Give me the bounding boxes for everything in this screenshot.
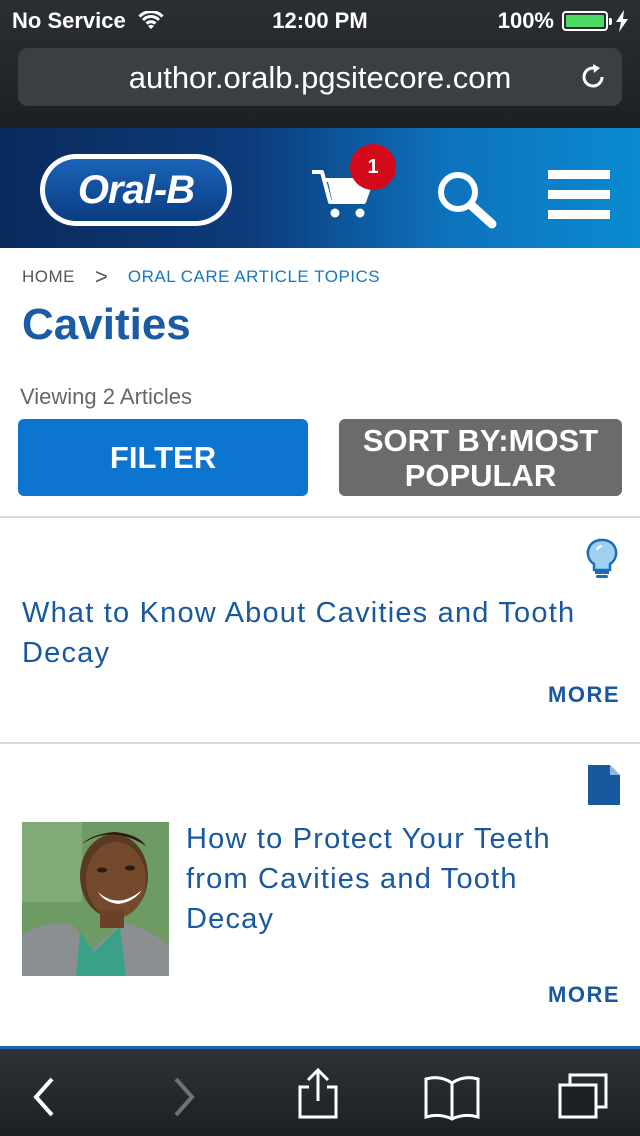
breadcrumb-separator: > bbox=[95, 264, 108, 289]
browser-chrome: No Service 12:00 PM 100% author.oralb.pg… bbox=[0, 0, 640, 128]
divider bbox=[0, 742, 640, 744]
article-count: Viewing 2 Articles bbox=[20, 384, 193, 409]
breadcrumb-home[interactable]: HOME bbox=[22, 267, 75, 287]
battery-group: 100% bbox=[498, 8, 628, 34]
more-link[interactable]: MORE bbox=[548, 682, 620, 708]
article-thumbnail[interactable] bbox=[22, 822, 169, 976]
filter-button[interactable]: FILTER bbox=[18, 419, 308, 496]
sort-button[interactable]: SORT BY:MOST POPULAR bbox=[339, 419, 622, 496]
article-title[interactable]: What to Know About Cavities and Tooth De… bbox=[22, 593, 582, 673]
hamburger-menu-icon[interactable] bbox=[548, 170, 610, 220]
tabs-icon[interactable] bbox=[556, 1073, 612, 1121]
reload-icon[interactable] bbox=[578, 62, 608, 92]
breadcrumb: HOME > ORAL CARE ARTICLE TOPICS bbox=[22, 264, 380, 290]
search-icon[interactable] bbox=[434, 168, 498, 232]
page-title: Cavities bbox=[22, 300, 191, 349]
status-bar: No Service 12:00 PM 100% bbox=[0, 0, 640, 40]
smiling-man-photo bbox=[22, 822, 169, 976]
more-link[interactable]: MORE bbox=[548, 982, 620, 1008]
site-header: Oral-B bbox=[0, 128, 640, 248]
document-icon bbox=[588, 765, 620, 805]
article-title[interactable]: How to Protect Your Teeth from Cavities … bbox=[186, 819, 606, 939]
breadcrumb-current[interactable]: ORAL CARE ARTICLE TOPICS bbox=[128, 267, 380, 287]
forward-icon[interactable] bbox=[158, 1073, 206, 1121]
lightbulb-icon bbox=[586, 538, 618, 578]
share-icon[interactable] bbox=[294, 1067, 342, 1119]
cart-count-badge: 1 bbox=[350, 144, 396, 190]
battery-percent: 100% bbox=[497, 8, 554, 33]
back-icon[interactable] bbox=[22, 1073, 70, 1121]
oral-b-logo[interactable]: Oral-B bbox=[40, 154, 232, 226]
charging-icon bbox=[616, 10, 628, 32]
logo-text: Oral-B bbox=[45, 159, 227, 221]
battery-icon bbox=[562, 11, 612, 31]
url-text[interactable]: author.oralb.pgsitecore.com bbox=[18, 60, 622, 96]
divider bbox=[0, 516, 640, 518]
address-bar[interactable]: author.oralb.pgsitecore.com bbox=[18, 48, 622, 106]
bookmarks-icon[interactable] bbox=[424, 1073, 480, 1121]
browser-toolbar bbox=[0, 1046, 640, 1136]
